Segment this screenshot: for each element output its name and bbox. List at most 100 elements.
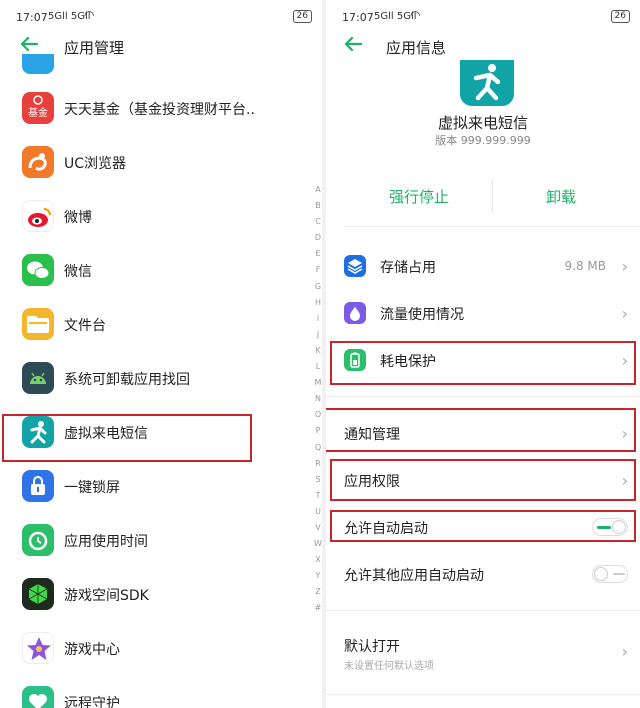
app-name: 一键锁屏 (64, 480, 120, 496)
app-management-screen: 17:07 5Gll 5Gll ◠ 26 应用管理 基金 天天基金（基金投资理财… (0, 0, 322, 708)
alpha-letter[interactable]: B (313, 198, 322, 214)
running-man-icon (460, 60, 514, 106)
alpha-letter[interactable]: H (313, 295, 322, 311)
drop-icon (344, 302, 366, 324)
app-name: 天天基金（基金投资理财平台.. (64, 102, 255, 118)
alpha-letter[interactable]: I (313, 311, 322, 327)
app-list-item[interactable]: 微信 (0, 246, 300, 300)
action-divider (492, 180, 493, 212)
cube-icon (22, 578, 54, 610)
android-icon (22, 362, 54, 394)
app-name: 系统可卸载应用找回 (64, 372, 190, 388)
storage-row[interactable]: 存储占用 9.8 MB › (326, 243, 640, 289)
app-list-item[interactable]: 应用使用时间 (0, 516, 300, 570)
section-divider (326, 396, 640, 397)
alpha-letter[interactable]: O (313, 407, 322, 423)
allow-other-auto-start-toggle[interactable] (592, 565, 628, 583)
alpha-letter[interactable]: M (313, 375, 322, 391)
uc-browser-icon (22, 146, 54, 178)
setting-label: 存储占用 (380, 260, 436, 276)
app-list-item[interactable]: UC浏览器 (0, 138, 300, 192)
chevron-right-icon: › (621, 257, 628, 276)
highlight-box (330, 341, 636, 385)
alpha-letter[interactable]: U (313, 504, 322, 520)
alpha-letter[interactable]: A (313, 182, 322, 198)
highlight-box (2, 414, 252, 462)
app-list-item[interactable]: 游戏中心 (0, 624, 300, 678)
app-name: 应用使用时间 (64, 534, 148, 550)
alphabet-index[interactable]: A B C D E F G H I J K L M N O P Q R S T … (313, 182, 322, 617)
alpha-letter[interactable]: K (313, 343, 322, 359)
highlight-box (330, 510, 636, 542)
section-divider (326, 610, 640, 611)
app-name: UC浏览器 (64, 156, 127, 172)
app-list-item[interactable]: 游戏空间SDK (0, 570, 300, 624)
app-list-item[interactable]: 远程守护 (0, 678, 300, 708)
app-list-item[interactable]: 基金 天天基金（基金投资理财平台.. (0, 84, 300, 138)
setting-label: 允许其他应用自动启动 (344, 568, 484, 584)
toggle-track (613, 573, 625, 575)
status-bar: 17:07 5Gll 5Gll ◠ 26 (16, 8, 312, 26)
app-name: 远程守护 (64, 696, 120, 708)
alpha-letter[interactable]: C (313, 214, 322, 230)
app-version: 版本 999.999.999 (435, 134, 531, 147)
heart-icon (22, 686, 54, 708)
alpha-letter[interactable]: J (313, 327, 322, 343)
alpha-letter[interactable]: Z (313, 584, 322, 600)
uninstall-button[interactable]: 卸载 (546, 186, 576, 207)
back-arrow-icon[interactable] (344, 36, 368, 56)
page-title: 应用信息 (386, 39, 447, 57)
app-list-item[interactable]: 文件台 (0, 300, 300, 354)
alpha-letter[interactable]: Y (313, 568, 322, 584)
default-open-row[interactable]: 默认打开 未设置任何默认选项 › (326, 624, 640, 680)
alpha-letter[interactable]: N (313, 391, 322, 407)
app-name: 游戏空间SDK (64, 588, 149, 604)
data-usage-row[interactable]: 流量使用情况 › (326, 290, 640, 336)
app-icon (22, 54, 54, 74)
alpha-letter[interactable]: V (313, 520, 322, 536)
toggle-knob (594, 567, 608, 581)
alpha-letter[interactable]: # (313, 600, 322, 616)
alpha-letter[interactable]: E (313, 246, 322, 262)
clock-icon (22, 524, 54, 556)
layers-icon (344, 255, 366, 277)
svg-text:基金: 基金 (28, 106, 48, 119)
section-divider (344, 226, 640, 227)
alpha-letter[interactable]: G (313, 279, 322, 295)
alpha-letter[interactable]: D (313, 230, 322, 246)
status-time: 17:07 (16, 11, 48, 24)
star-icon (22, 632, 54, 664)
allow-other-auto-start-row[interactable]: 允许其他应用自动启动 (326, 551, 640, 597)
status-bar: 17:07 5Gll 5Gll ◠ 26 (342, 8, 630, 26)
app-name: 微博 (64, 210, 92, 226)
wifi-icon: ◠ (84, 8, 95, 22)
app-name: 游戏中心 (64, 642, 120, 658)
storage-value: 9.8 MB (564, 259, 606, 273)
wechat-icon (22, 254, 54, 286)
alpha-letter[interactable]: P (313, 423, 322, 439)
app-info-screen: 17:07 5Gll 5Gll ◠ 26 应用信息 虚拟来电短信 版本 999.… (326, 0, 640, 708)
alpha-letter[interactable]: T (313, 488, 322, 504)
setting-subtext: 未设置任何默认选项 (344, 661, 434, 672)
status-time: 17:07 (342, 11, 374, 24)
alpha-letter[interactable]: Q (313, 440, 322, 456)
battery-icon: 26 (292, 10, 312, 23)
alpha-letter[interactable]: R (313, 456, 322, 472)
app-list-item[interactable]: 系统可卸载应用找回 (0, 354, 300, 408)
app-list-item[interactable]: 微博 (0, 192, 300, 246)
highlight-box (330, 459, 636, 501)
setting-label: 默认打开 (344, 639, 400, 655)
alpha-letter[interactable]: W (313, 536, 322, 552)
chevron-right-icon: › (621, 304, 628, 323)
jijin-icon: 基金 (22, 92, 54, 124)
setting-label: 流量使用情况 (380, 307, 464, 323)
app-name: 文件台 (64, 318, 106, 334)
app-name: 微信 (64, 264, 92, 280)
alpha-letter[interactable]: L (313, 359, 322, 375)
alpha-letter[interactable]: X (313, 552, 322, 568)
alpha-letter[interactable]: F (313, 262, 322, 278)
force-stop-button[interactable]: 强行停止 (389, 186, 449, 207)
alpha-letter[interactable]: S (313, 472, 322, 488)
section-divider (326, 694, 640, 695)
app-list-item[interactable]: 一键锁屏 (0, 462, 300, 516)
